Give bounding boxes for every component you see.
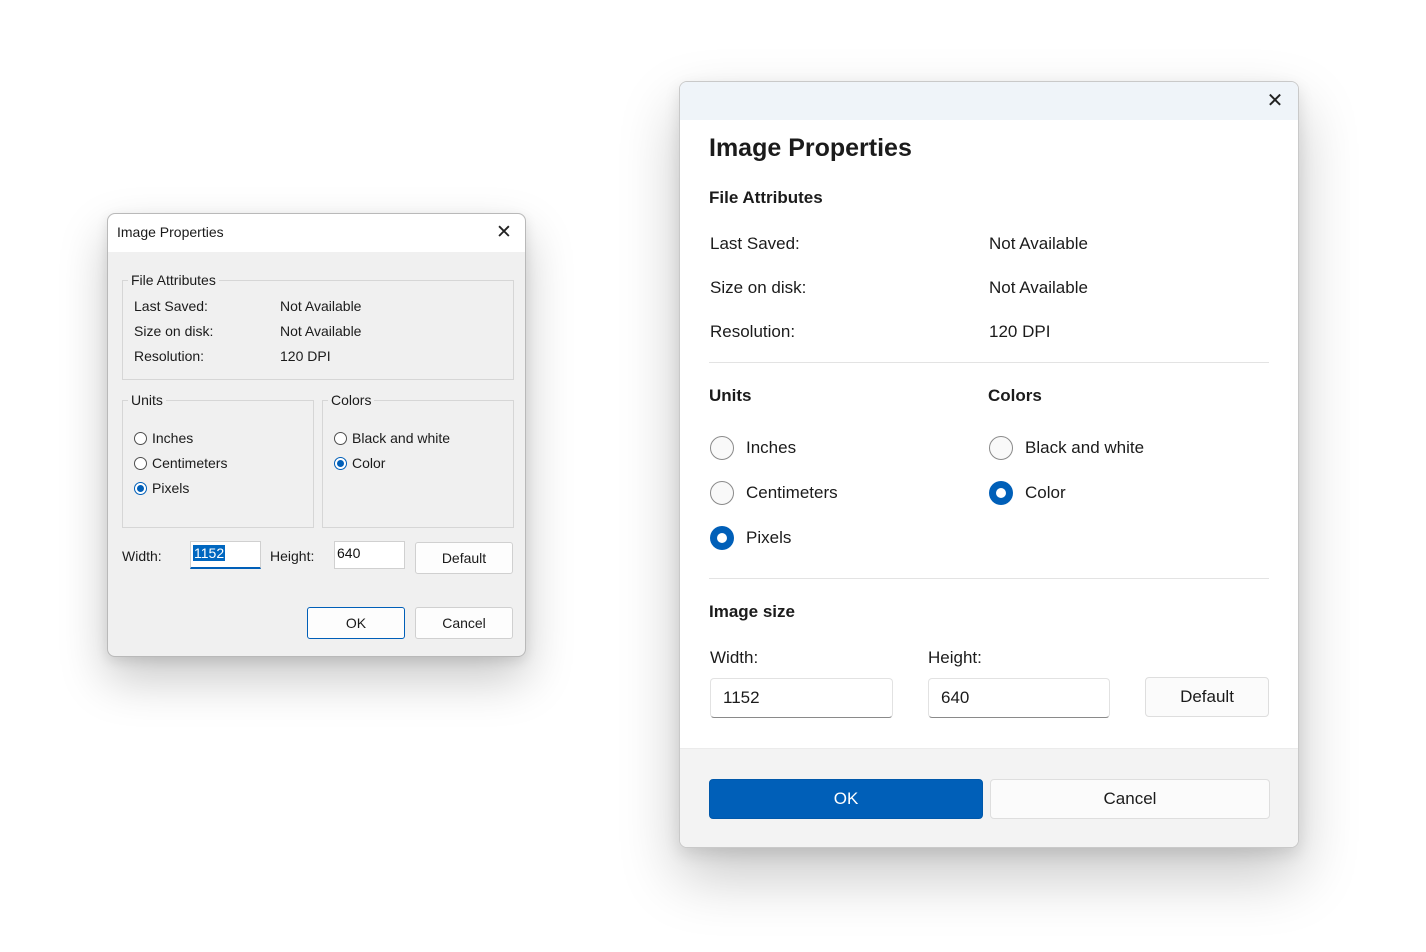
modern-cancel-button[interactable]: Cancel (990, 779, 1270, 819)
modern-radio-black-and-white[interactable]: Black and white (989, 436, 1144, 460)
classic-last-saved-value: Not Available (280, 298, 362, 314)
modern-resolution-label: Resolution: (710, 322, 796, 341)
close-icon[interactable]: ✕ (1264, 90, 1286, 112)
modern-radio-centimeters[interactable]: Centimeters (710, 481, 838, 505)
classic-units-legend: Units (131, 392, 163, 408)
modern-width-value: 1152 (723, 688, 760, 707)
classic-resolution-label: Resolution: (134, 348, 205, 364)
radio-checked-icon (710, 526, 734, 550)
classic-ok-button[interactable]: OK (307, 607, 405, 639)
modern-height-value: 640 (941, 688, 970, 707)
classic-last-saved-label: Last Saved: (134, 298, 208, 314)
modern-width-input[interactable]: 1152 (710, 678, 893, 718)
modern-radio-color[interactable]: Color (989, 481, 1066, 505)
classic-default-button[interactable]: Default (415, 542, 513, 574)
modern-radio-pixels-label: Pixels (746, 528, 792, 547)
classic-height-value: 640 (337, 545, 361, 561)
modern-divider (709, 362, 1269, 363)
modern-dialog-footer: OK Cancel (680, 748, 1298, 847)
radio-unchecked-icon (134, 456, 147, 470)
radio-unchecked-icon (710, 481, 734, 505)
classic-radio-centimeters-label: Centimeters (152, 455, 228, 471)
modern-last-saved-label: Last Saved: (710, 234, 800, 253)
classic-colors-legend: Colors (331, 392, 372, 408)
classic-radio-black-and-white-label: Black and white (352, 430, 451, 446)
modern-radio-color-label: Color (1025, 483, 1066, 502)
classic-radio-color-label: Color (352, 455, 386, 471)
classic-height-input[interactable]: 640 (334, 541, 405, 569)
classic-width-input[interactable]: 1152 (190, 541, 261, 569)
modern-radio-inches-label: Inches (746, 438, 797, 457)
classic-title-bar: Image Properties ✕ (108, 214, 525, 252)
modern-last-saved-value: Not Available (989, 234, 1088, 253)
classic-radio-black-and-white[interactable]: Black and white (334, 430, 450, 446)
modern-height-label: Height: (928, 648, 982, 667)
modern-ok-button[interactable]: OK (709, 779, 983, 819)
modern-units-heading: Units (709, 386, 752, 405)
modern-image-size-heading: Image size (709, 602, 795, 621)
modern-radio-pixels[interactable]: Pixels (710, 526, 791, 550)
modern-height-input[interactable]: 640 (928, 678, 1110, 718)
modern-radio-black-and-white-label: Black and white (1025, 438, 1145, 457)
modern-title-bar: ✕ (680, 82, 1298, 120)
classic-width-label: Width: (122, 548, 162, 564)
radio-checked-icon (334, 456, 347, 470)
radio-checked-icon (989, 481, 1013, 505)
modern-width-label: Width: (710, 648, 759, 667)
classic-height-label: Height: (270, 548, 315, 564)
modern-resolution-value: 120 DPI (989, 322, 1051, 341)
classic-radio-inches[interactable]: Inches (134, 430, 193, 446)
modern-size-on-disk-label: Size on disk: (710, 278, 807, 297)
radio-unchecked-icon (989, 436, 1013, 460)
modern-radio-centimeters-label: Centimeters (746, 483, 838, 502)
classic-size-on-disk-label: Size on disk: (134, 323, 214, 339)
classic-cancel-button[interactable]: Cancel (415, 607, 513, 639)
radio-unchecked-icon (334, 431, 347, 445)
classic-radio-pixels[interactable]: Pixels (134, 480, 189, 496)
classic-radio-inches-label: Inches (152, 430, 194, 446)
classic-radio-pixels-label: Pixels (152, 480, 190, 496)
classic-radio-centimeters[interactable]: Centimeters (134, 455, 227, 471)
radio-checked-icon (134, 481, 147, 495)
classic-radio-color[interactable]: Color (334, 455, 385, 471)
classic-size-on-disk-value: Not Available (280, 323, 362, 339)
modern-image-properties-dialog: ✕ Image Properties File Attributes Last … (679, 81, 1299, 848)
classic-resolution-value: 120 DPI (280, 348, 331, 364)
classic-file-attributes-legend: File Attributes (131, 272, 216, 288)
modern-dialog-title: Image Properties (709, 134, 912, 162)
classic-dialog-title: Image Properties (117, 224, 224, 240)
radio-unchecked-icon (134, 431, 147, 445)
modern-file-attributes-heading: File Attributes (709, 188, 823, 207)
classic-image-properties-dialog: Image Properties ✕ File Attributes Last … (107, 213, 526, 657)
modern-colors-heading: Colors (988, 386, 1042, 405)
modern-divider (709, 578, 1269, 579)
modern-default-button[interactable]: Default (1145, 677, 1269, 717)
modern-radio-inches[interactable]: Inches (710, 436, 796, 460)
modern-size-on-disk-value: Not Available (989, 278, 1088, 297)
comparison-stage: Image Properties ✕ File Attributes Last … (0, 0, 1426, 952)
classic-width-value: 1152 (193, 545, 226, 561)
radio-unchecked-icon (710, 436, 734, 460)
close-icon[interactable]: ✕ (493, 222, 515, 244)
